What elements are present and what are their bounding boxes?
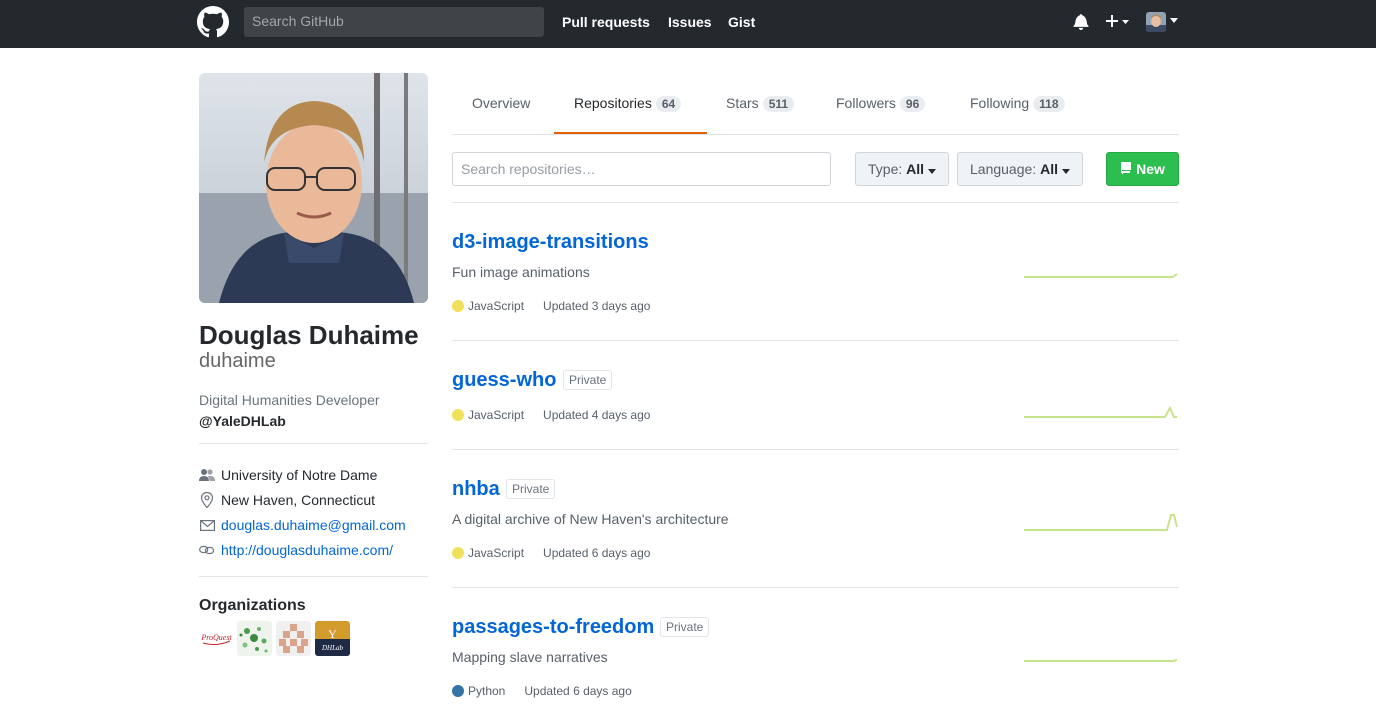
top-navbar: Search GitHub Pull requests Issues Gist (0, 0, 1376, 48)
repo-divider (452, 340, 1179, 341)
caret-down-icon (927, 169, 936, 174)
yale-logo-text: Y (328, 627, 337, 641)
divider (199, 576, 428, 577)
proquest-logo-text: ProQuest (200, 633, 232, 642)
caret-down-icon (1061, 169, 1070, 174)
user-avatar-menu[interactable] (1146, 12, 1180, 34)
repo-description: A digital archive of New Haven's archite… (452, 511, 729, 527)
repo-meta: JavaScript Updated 4 days ago (452, 408, 650, 422)
tab-label: Repositories (574, 95, 652, 111)
activity-sparkline (1024, 659, 1178, 662)
tab-label: Stars (726, 95, 759, 111)
profile-avatar (199, 73, 428, 303)
detail-website[interactable]: http://douglasduhaime.com/ (199, 541, 393, 559)
website-link[interactable]: http://douglasduhaime.com/ (221, 542, 393, 558)
avatar-small-icon (1146, 12, 1166, 32)
language-filter-label: Language: (970, 161, 1037, 177)
activity-sparkline (1024, 405, 1177, 418)
language-color-dot (452, 685, 464, 697)
tab-label: Following (970, 95, 1030, 111)
repo-icon (1121, 162, 1132, 174)
repo-language: JavaScript (468, 408, 525, 422)
repo-updated: Updated 6 days ago (524, 684, 632, 698)
repo-name-link[interactable]: nhba (452, 478, 500, 501)
profile-username: duhaime (199, 350, 276, 372)
email-link[interactable]: douglas.duhaime@gmail.com (221, 517, 406, 533)
repo-description: Fun image animations (452, 264, 590, 280)
repo-divider (452, 587, 1179, 588)
detail-location: New Haven, Connecticut (199, 491, 375, 509)
repo-meta: Python Updated 6 days ago (452, 684, 632, 698)
activity-sparkline (1024, 514, 1178, 531)
repo-updated: Updated 4 days ago (543, 408, 651, 422)
repo-language: Python (468, 684, 506, 698)
tab-following[interactable]: Following 118 (970, 95, 1065, 112)
org-yaledhlab-avatar[interactable]: Y DHLab (315, 621, 350, 656)
profile-company-handle[interactable]: @YaleDHLab (199, 413, 286, 429)
filter-divider (452, 202, 1179, 203)
tab-overview[interactable]: Overview (472, 95, 530, 111)
repo-meta: JavaScript Updated 3 days ago (452, 299, 650, 313)
link-icon (199, 542, 215, 558)
repo-meta: JavaScript Updated 6 days ago (452, 546, 650, 560)
organizations-heading: Organizations (199, 597, 306, 614)
tab-repositories[interactable]: Repositories 64 (574, 95, 682, 112)
mail-icon (199, 517, 215, 533)
repo-name-link[interactable]: guess-who (452, 369, 556, 392)
nav-gist[interactable]: Gist (728, 14, 755, 30)
location-pin-icon (199, 492, 215, 508)
dhlab-logo-text: DHLab (321, 644, 344, 652)
tab-label: Followers (836, 95, 896, 111)
divider (199, 443, 428, 444)
private-badge: Private (563, 370, 613, 390)
profile-fullname: Douglas Duhaime (199, 320, 419, 350)
type-filter-label: Type: (868, 161, 903, 177)
tab-followers[interactable]: Followers 96 (836, 95, 926, 112)
private-badge: Private (506, 479, 556, 499)
repo-updated: Updated 3 days ago (543, 299, 651, 313)
followers-count: 96 (899, 96, 926, 112)
new-button-label: New (1136, 161, 1165, 177)
repo-name-link[interactable]: d3-image-transitions (452, 231, 649, 254)
repo-updated: Updated 6 days ago (543, 546, 651, 560)
language-filter-button[interactable]: Language: All (957, 152, 1083, 186)
repo-description: Mapping slave narratives (452, 649, 608, 665)
org-identicon-avatar[interactable] (276, 621, 311, 656)
new-repo-button[interactable]: New (1106, 152, 1179, 186)
repo-search-input[interactable]: Search repositories… (452, 152, 831, 186)
repo-language: JavaScript (468, 546, 525, 560)
type-filter-value: All (906, 161, 925, 177)
language-color-dot (452, 300, 464, 312)
nav-issues[interactable]: Issues (668, 14, 712, 30)
following-count: 118 (1033, 96, 1065, 112)
language-color-dot (452, 547, 464, 559)
repo-name-link[interactable]: passages-to-freedom (452, 616, 654, 639)
language-color-dot (452, 409, 464, 421)
global-search-input[interactable]: Search GitHub (244, 7, 544, 37)
tabs-border (452, 134, 1179, 135)
activity-sparkline (1024, 273, 1178, 278)
org-proquest-avatar[interactable]: ProQuest (199, 621, 234, 656)
repo-language: JavaScript (468, 299, 525, 313)
tab-label: Overview (472, 95, 531, 111)
location-text: New Haven, Connecticut (221, 492, 376, 508)
repo-divider (452, 449, 1179, 450)
plus-dropdown-icon[interactable] (1105, 13, 1131, 29)
detail-email[interactable]: douglas.duhaime@gmail.com (199, 516, 406, 534)
private-badge: Private (660, 617, 710, 637)
tab-stars[interactable]: Stars 511 (726, 95, 795, 112)
bell-icon[interactable] (1073, 13, 1089, 30)
detail-organization: University of Notre Dame (199, 466, 377, 484)
github-logo-icon[interactable] (197, 6, 229, 38)
type-filter-button[interactable]: Type: All (855, 152, 949, 186)
caret-down-icon (1170, 18, 1178, 23)
language-filter-value: All (1040, 161, 1058, 177)
stars-count: 511 (762, 96, 795, 112)
organization-text: University of Notre Dame (221, 467, 378, 483)
people-icon (199, 467, 215, 483)
profile-bio: Digital Humanities Developer (199, 392, 380, 408)
org-green-avatar[interactable] (237, 621, 272, 656)
nav-pull-requests[interactable]: Pull requests (562, 14, 650, 30)
repositories-count: 64 (655, 96, 682, 112)
